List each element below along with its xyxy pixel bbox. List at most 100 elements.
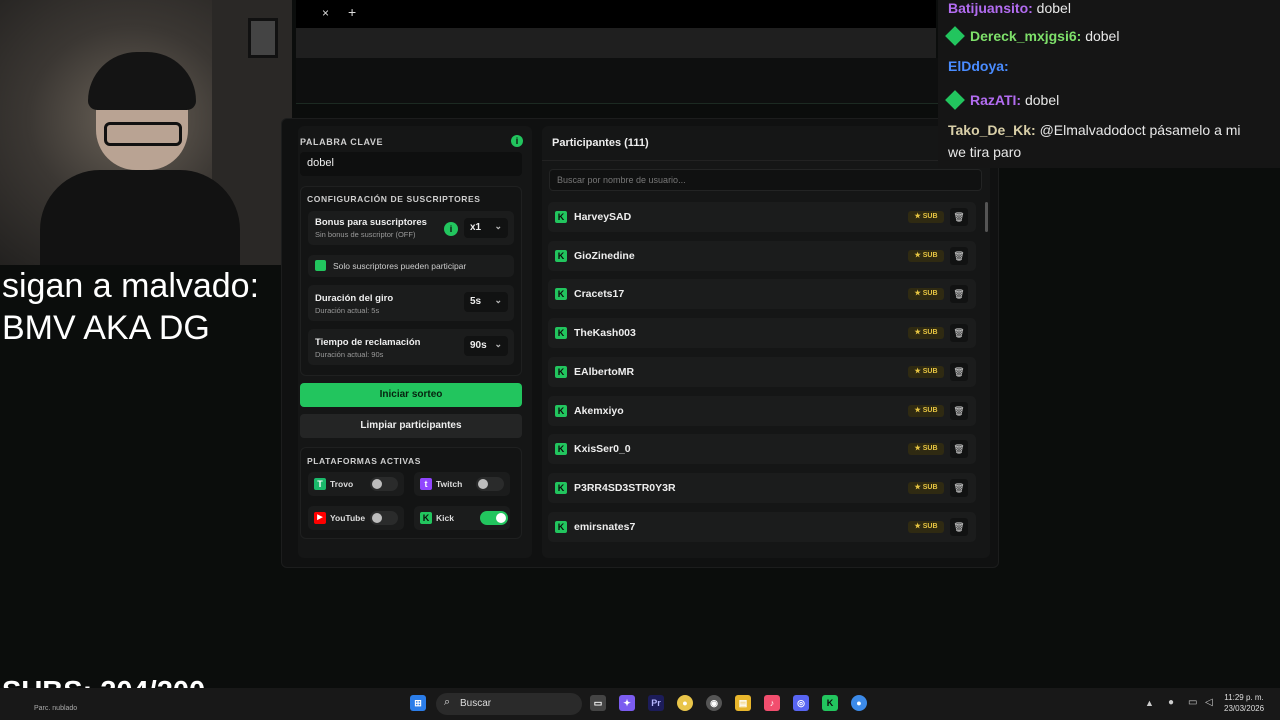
delete-icon[interactable]: 🗑: [950, 324, 968, 343]
file-explorer-icon[interactable]: ▤: [735, 695, 751, 711]
participant-name: KxisSer0_0: [574, 443, 631, 456]
trovo-toggle[interactable]: [370, 477, 398, 491]
keyword-label: PALABRA CLAVE: [300, 137, 384, 147]
delete-icon[interactable]: 🗑: [950, 517, 968, 536]
windows-start-icon[interactable]: ⊞: [410, 695, 426, 711]
browser-tabbar: [296, 0, 936, 28]
bonus-select[interactable]: x1 ⌄: [464, 218, 508, 238]
delete-icon[interactable]: 🗑: [950, 246, 968, 265]
participant-name: Cracets17: [574, 288, 625, 301]
sub-badge-label: SUB: [922, 445, 938, 453]
spin-select-value: 5s: [470, 296, 482, 307]
chrome-icon[interactable]: ●: [677, 695, 693, 711]
sub-badge-label: SUB: [922, 329, 938, 337]
participant-row[interactable]: K KxisSer0_0 ★ SUB 🗑: [548, 434, 976, 465]
sub-badge-label: SUB: [922, 367, 938, 375]
platform-twitch-label: Twitch: [436, 479, 463, 489]
spin-title: Duración del giro: [315, 293, 394, 304]
overlay-text-line1: sigan a malvado:: [2, 267, 260, 305]
clock[interactable]: 11:29 p. m. 23/03/2026: [1224, 692, 1264, 714]
start-giveaway-button[interactable]: Iniciar sorteo: [300, 383, 522, 407]
premiere-icon[interactable]: Pr: [648, 695, 664, 711]
copilot-icon[interactable]: ✦: [619, 695, 635, 711]
platform-trovo-label: Trovo: [330, 479, 354, 489]
task-view-icon[interactable]: ▭: [590, 695, 606, 711]
info-icon[interactable]: i: [511, 135, 523, 147]
platform-youtube-label: YouTube: [330, 513, 366, 523]
chat-message: Batijuansito: dobel: [948, 0, 1071, 16]
delete-icon[interactable]: 🗑: [950, 440, 968, 459]
participant-search-input[interactable]: Buscar por nombre de usuario...: [549, 169, 982, 191]
tray-chevron-icon[interactable]: ▲: [1145, 698, 1154, 708]
claim-subtitle: Duración actual: 90s: [315, 350, 384, 359]
chat-message: Tako_De_Kk: @Elmalvadodoct pásamelo a mi: [948, 122, 1241, 138]
participant-row[interactable]: K TheKash003 ★ SUB 🗑: [548, 318, 976, 349]
kick-app-icon[interactable]: K: [822, 695, 838, 711]
claim-time-select[interactable]: 90s ⌄: [464, 336, 508, 356]
bonus-title: Bonus para suscriptores: [315, 217, 427, 228]
platform-youtube: ▶ YouTube: [308, 506, 404, 530]
network-icon[interactable]: ▭: [1188, 697, 1197, 708]
chat-username: RazATI:: [970, 92, 1022, 108]
taskbar-search[interactable]: Buscar: [436, 693, 582, 715]
discord-icon[interactable]: ◎: [793, 695, 809, 711]
only-subs-row[interactable]: Solo suscriptores pueden participar: [308, 255, 514, 277]
participant-row[interactable]: K Cracets17 ★ SUB 🗑: [548, 279, 976, 310]
delete-icon[interactable]: 🗑: [950, 285, 968, 304]
spin-duration-select[interactable]: 5s ⌄: [464, 292, 508, 312]
volume-icon[interactable]: ◁: [1205, 697, 1213, 708]
chat-message: ElDdoya:: [948, 58, 1009, 74]
bonus-subtitle: Sin bonus de suscriptor (OFF): [315, 230, 416, 239]
delete-icon[interactable]: 🗑: [950, 362, 968, 381]
participant-row[interactable]: K P3RR4SD3STR0Y3R ★ SUB 🗑: [548, 472, 976, 503]
chat-username: Dereck_mxjgsi6:: [970, 28, 1082, 44]
webcam-feed: [0, 0, 292, 265]
delete-icon[interactable]: 🗑: [950, 208, 968, 226]
new-tab-icon[interactable]: +: [348, 4, 356, 20]
scrollbar[interactable]: [985, 202, 988, 232]
platform-twitch: t Twitch: [414, 472, 510, 496]
tab-close-icon[interactable]: ×: [322, 6, 329, 20]
music-icon[interactable]: ♪: [764, 695, 780, 711]
chevron-down-icon: ⌄: [494, 295, 502, 305]
address-bar[interactable]: [296, 28, 936, 58]
sub-badge-icon: [945, 90, 965, 110]
participant-name: HarveySAD: [574, 211, 632, 223]
chrome-profile-icon[interactable]: ●: [851, 695, 867, 711]
wall-picture: [248, 18, 278, 58]
chevron-down-icon: ⌄: [494, 339, 502, 349]
trovo-icon: T: [314, 478, 326, 490]
twitch-toggle[interactable]: [476, 477, 504, 491]
youtube-toggle[interactable]: [370, 511, 398, 525]
kick-icon: K: [555, 404, 567, 417]
participant-row[interactable]: Kemirsnates7 ★ SUB 🗑: [548, 511, 976, 542]
participant-row[interactable]: K GioZinedine ★ SUB 🗑: [548, 240, 976, 271]
participant-row[interactable]: K Akemxiyo ★ SUB 🗑: [548, 395, 976, 426]
participants-title: Participantes (111): [552, 137, 649, 149]
clear-participants-button[interactable]: Limpiar participantes: [300, 414, 522, 438]
taskbar: [0, 688, 1280, 720]
participant-name: GioZinedine: [574, 249, 635, 262]
obs-icon[interactable]: ◉: [706, 695, 722, 711]
clock-time: 11:29 p. m.: [1224, 693, 1264, 702]
sub-badge-icon: [945, 26, 965, 46]
sub-badge-label: SUB: [922, 522, 938, 530]
sub-badge: ★ SUB: [908, 481, 944, 494]
kick-icon: K: [555, 211, 567, 223]
microphone-icon[interactable]: ●: [1168, 697, 1174, 708]
participant-name: emirsnates7: [574, 520, 636, 533]
delete-icon[interactable]: 🗑: [950, 478, 968, 497]
delete-icon[interactable]: 🗑: [950, 401, 968, 420]
keyword-input[interactable]: dobel: [300, 152, 522, 176]
chat-message: we tira paro: [948, 144, 1021, 160]
participant-row[interactable]: K EAlbertoMR ★ SUB 🗑: [548, 356, 976, 387]
kick-icon: K: [420, 512, 432, 524]
sub-badge-label: SUB: [922, 251, 938, 259]
bonus-info-icon[interactable]: i: [444, 222, 458, 236]
platform-trovo: T Trovo: [308, 472, 404, 496]
chat-username: ElDdoya:: [948, 58, 1009, 74]
participant-row[interactable]: K HarveySAD ★ SUB 🗑: [548, 202, 976, 232]
kick-icon: K: [555, 443, 567, 456]
only-subs-checkbox[interactable]: [315, 260, 326, 271]
kick-toggle[interactable]: [480, 511, 508, 525]
